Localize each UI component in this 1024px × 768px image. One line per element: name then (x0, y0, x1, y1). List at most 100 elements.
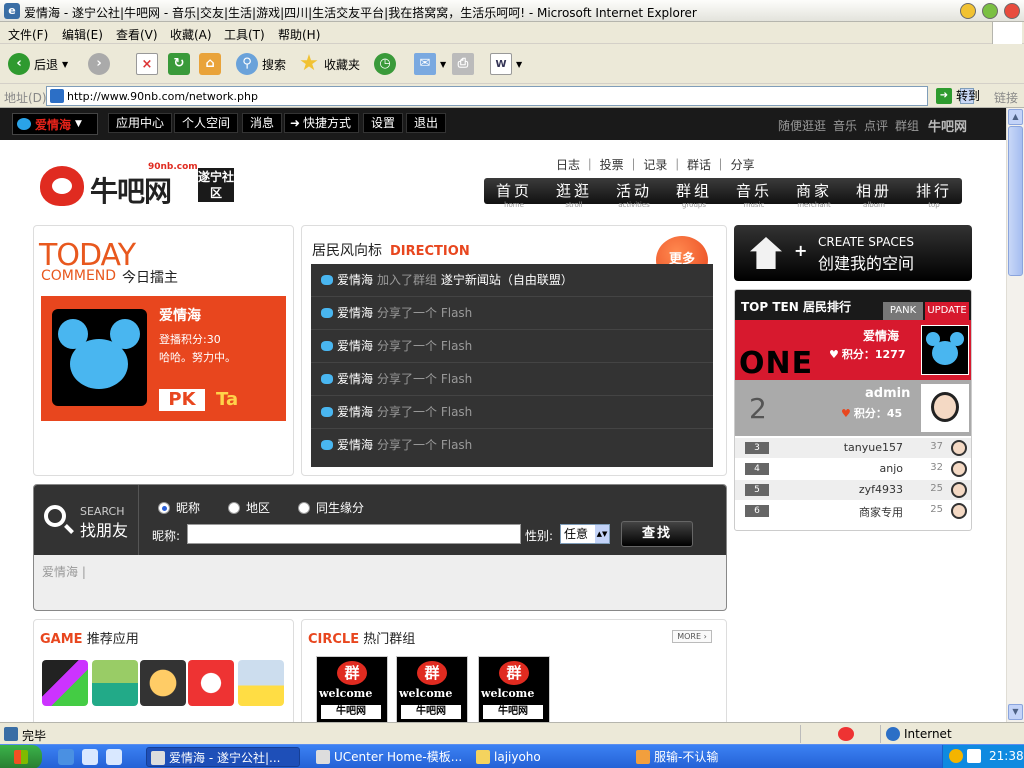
home-button[interactable]: ⌂ (199, 52, 221, 76)
avatar[interactable] (52, 309, 147, 406)
divider (800, 725, 801, 743)
minimize-button[interactable] (960, 3, 976, 19)
radio-region[interactable]: 地区 (228, 499, 270, 516)
task-ucenter[interactable]: UCenter Home-模板... (312, 747, 462, 767)
link-record[interactable]: 记录 (643, 158, 667, 172)
link-share[interactable]: 分享 (731, 158, 755, 172)
feed-item: 爱情海 分享了一个 Flash (311, 297, 713, 330)
user-dropdown[interactable]: 爱情海 ▼ (12, 113, 98, 135)
history-button[interactable]: ◷ (374, 52, 396, 76)
address-input[interactable] (67, 88, 927, 104)
edit-button[interactable]: W ▼ (490, 52, 522, 76)
nav-personal-space[interactable]: 个人空间 (174, 113, 239, 133)
app-icon[interactable] (188, 660, 234, 706)
status-text: 完毕 (22, 729, 47, 743)
menu-edit[interactable]: 编辑(E) (62, 26, 103, 43)
search-button[interactable]: ⚲ 搜索 (236, 52, 286, 76)
heart-icon: ♥ (829, 348, 839, 361)
scroll-thumb[interactable] (1008, 126, 1023, 276)
tab-pank[interactable]: PANK (883, 302, 923, 320)
go-button[interactable]: ➜ 转到 (936, 87, 980, 104)
start-button[interactable] (0, 745, 42, 768)
top-ten-panel: TOP TEN 居民排行 PANK UPDATE ONE 爱情海 ♥ 积分：127… (734, 289, 972, 531)
rank-first-name[interactable]: 爱情海 (863, 327, 899, 344)
forward-button[interactable]: › (88, 52, 110, 76)
link-groups[interactable]: 群组 (895, 117, 919, 134)
browser-toolbar: ‹ 后退 ▼ › × ↻ ⌂ ⚲ 搜索 ★ 收藏夹 ◷ ✉ ▼ ⎙ W ▼ (0, 44, 1024, 84)
feed-item: 爱情海 分享了一个 Flash (311, 363, 713, 396)
pk-button[interactable]: PK (159, 389, 205, 411)
scroll-up-button[interactable]: ▲ (1008, 109, 1023, 125)
scroll-down-button[interactable]: ▼ (1008, 704, 1023, 720)
links-label[interactable]: 链接 (994, 89, 1018, 106)
nav-app-center[interactable]: 应用中心 (108, 113, 173, 133)
today-nickname[interactable]: 爱情海 (159, 305, 201, 325)
create-space-button[interactable]: + CREATE SPACES 创建我的空间 (734, 225, 972, 281)
nav-messages[interactable]: 消息 (242, 113, 283, 133)
nav-logout[interactable]: 退出 (406, 113, 447, 133)
maximize-button[interactable] (982, 3, 998, 19)
link-vote[interactable]: 投票 (600, 158, 624, 172)
nickname-input[interactable] (187, 524, 521, 544)
site-logo-small[interactable]: 牛吧网 (928, 116, 967, 135)
app-icon[interactable] (92, 660, 138, 706)
back-button[interactable]: ‹ 后退 ▼ (8, 52, 68, 76)
address-field[interactable] (46, 86, 974, 106)
find-friends-panel: SEARCH 找朋友 昵称 地区 同生缘分 昵称: 性别: 任意 ▲▼ 查找 爱情… (33, 484, 727, 611)
radio-nickname[interactable]: 昵称 (158, 499, 200, 516)
mail-button[interactable]: ✉ ▼ (414, 52, 446, 76)
close-button[interactable] (1004, 3, 1020, 19)
group-thumbnail[interactable]: 群 welcome 牛吧网 (396, 656, 468, 722)
task-media[interactable]: 服输-不认输 (632, 747, 782, 767)
qq-icon[interactable] (949, 749, 963, 763)
app-icon[interactable] (140, 660, 186, 706)
avatar[interactable] (921, 325, 969, 375)
face-icon[interactable] (951, 503, 967, 519)
link-blog[interactable]: 日志 (556, 158, 580, 172)
menu-favorites[interactable]: 收藏(A) (170, 26, 212, 43)
more-link[interactable]: MORE › (672, 630, 712, 643)
link-group-talk[interactable]: 群话 (687, 158, 711, 172)
find-button[interactable]: 查找 (621, 521, 693, 547)
avatar[interactable] (921, 384, 969, 432)
explorer-quicklaunch-icon[interactable] (82, 749, 98, 765)
search-history[interactable]: 爱情海 | (42, 563, 86, 580)
app-icon[interactable] (238, 660, 284, 706)
house-icon (750, 237, 782, 269)
site-logo[interactable]: 牛吧网 90nb.com 遂宁社区 (40, 162, 240, 210)
heart-icon: ♥ (841, 407, 851, 420)
group-thumbnail[interactable]: 群 welcome 牛吧网 (316, 656, 388, 722)
tab-update[interactable]: UPDATE (925, 302, 969, 320)
stop-button[interactable]: × (136, 52, 158, 76)
group-thumbnail[interactable]: 群 welcome 牛吧网 (478, 656, 550, 722)
task-ie-current[interactable]: 爱情海 - 遂宁公社|... (146, 747, 300, 767)
menu-tools[interactable]: 工具(T) (224, 26, 265, 43)
media-quicklaunch-icon[interactable] (106, 749, 122, 765)
stop-icon: × (136, 53, 158, 75)
face-icon[interactable] (951, 482, 967, 498)
menu-help[interactable]: 帮助(H) (278, 26, 320, 43)
menu-view[interactable]: 查看(V) (116, 26, 158, 43)
app-icon[interactable] (42, 660, 88, 706)
radio-same-birth[interactable]: 同生缘分 (298, 499, 364, 516)
refresh-button[interactable]: ↻ (168, 52, 190, 76)
vertical-scrollbar[interactable]: ▲ ▼ (1006, 108, 1024, 722)
face-icon[interactable] (951, 461, 967, 477)
favorites-button[interactable]: ★ 收藏夹 (298, 52, 360, 76)
ie-quicklaunch-icon[interactable] (58, 749, 74, 765)
nav-settings[interactable]: 设置 (363, 113, 404, 133)
link-review[interactable]: 点评 (864, 117, 888, 134)
gender-select[interactable]: 任意 ▲▼ (560, 524, 610, 544)
rank-second-name[interactable]: admin (865, 386, 910, 401)
volume-icon[interactable] (967, 749, 981, 763)
ta-button[interactable]: Ta (216, 389, 238, 410)
nav-shortcuts[interactable]: ➜ 快捷方式 (284, 113, 360, 133)
menu-file[interactable]: 文件(F) (8, 26, 48, 43)
rank-first: ONE 爱情海 ♥ 积分：1277 (735, 320, 971, 381)
print-button[interactable]: ⎙ (452, 52, 474, 76)
link-music[interactable]: 音乐 (833, 117, 857, 134)
face-icon[interactable] (951, 440, 967, 456)
link-stroll[interactable]: 随便逛逛 (778, 117, 826, 134)
menu-bar: 文件(F) 编辑(E) 查看(V) 收藏(A) 工具(T) 帮助(H) (0, 22, 1024, 44)
task-folder[interactable]: lajiyoho (472, 747, 622, 767)
